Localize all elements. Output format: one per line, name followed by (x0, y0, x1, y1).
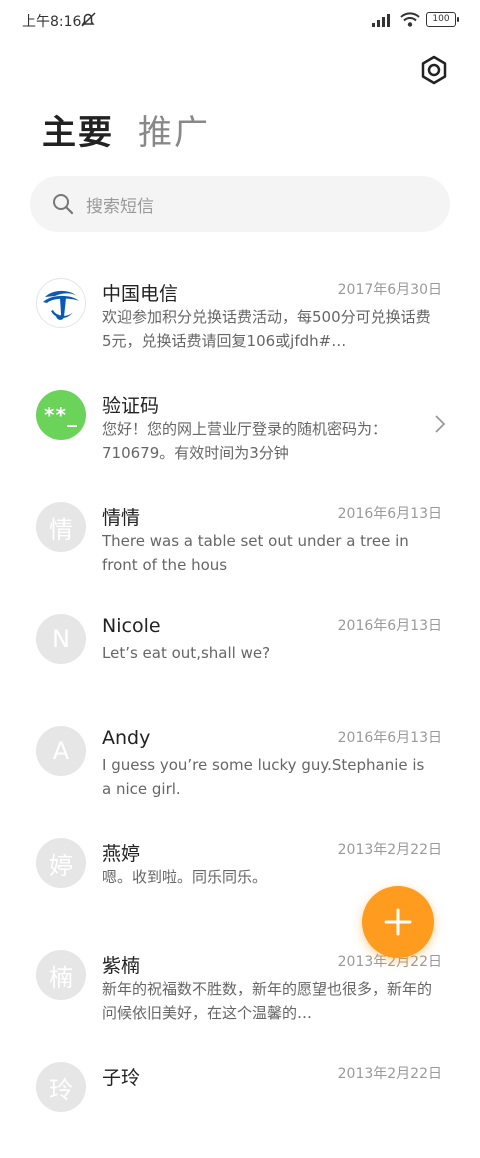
china-telecom-logo-icon (43, 290, 79, 320)
settings-button[interactable] (418, 54, 450, 86)
status-bar: 上午8:16 100 (0, 0, 480, 40)
search-bar[interactable]: 搜索短信 (30, 176, 450, 232)
battery-icon: 100 (426, 12, 459, 27)
message-row-china-telecom[interactable]: 中国电信 2017年6月30日 欢迎参加积分兑换话费活动，每500分可兑换话费5… (0, 262, 480, 374)
message-preview: 您好！您的网上营业厅登录的随机密码为：710679。有效时间为3分钟 (102, 420, 388, 462)
message-row-verification-code[interactable]: **_ 验证码 您好！您的网上营业厅登录的随机密码为：710679。有效时间为3… (0, 374, 480, 486)
search-input[interactable]: 搜索短信 (86, 192, 154, 217)
wifi-icon (400, 12, 420, 27)
message-date: 2013年2月22日 (337, 1066, 442, 1082)
sender-name: Andy (102, 727, 151, 749)
message-date: 2016年6月13日 (337, 618, 442, 634)
message-preview: There was a table set out under a tree i… (102, 532, 409, 574)
chevron-right-icon (435, 415, 446, 433)
message-preview: 新年的祝福数不胜数，新年的愿望也很多，新年的问候依旧美好，在这个温馨的… (102, 980, 432, 1022)
sender-name: 验证码 (102, 395, 160, 417)
signal-icon (372, 13, 390, 27)
message-date: 2013年2月22日 (337, 842, 442, 858)
message-date: 2017年6月30日 (337, 282, 442, 298)
status-time: 上午8:16 (22, 14, 82, 30)
message-date: 2016年6月13日 (337, 730, 442, 746)
alarm-off-icon (81, 12, 96, 27)
message-row[interactable]: N Nicole 2016年6月13日 Let’s eat out,shall … (0, 598, 480, 710)
message-preview: 欢迎参加积分兑换话费活动，每500分可兑换话费5元，兑换话费请回复106或jfd… (102, 308, 431, 350)
message-row[interactable]: 情 情情 2016年6月13日 There was a table set ou… (0, 486, 480, 598)
tab-main[interactable]: 主要 (42, 110, 114, 156)
sender-name: 情情 (102, 507, 141, 529)
plus-icon (384, 908, 412, 936)
avatar: 婷 (36, 838, 86, 888)
message-row[interactable]: A Andy 2016年6月13日 I guess you’re some lu… (0, 710, 480, 822)
sender-name: 紫楠 (102, 955, 141, 977)
avatar (36, 278, 86, 328)
sender-name: Nicole (102, 615, 161, 637)
tab-promotion[interactable]: 推广 (138, 110, 210, 156)
avatar: **_ (36, 390, 86, 440)
gear-icon (421, 55, 447, 85)
avatar: 玲 (36, 1062, 86, 1112)
sender-name: 燕婷 (102, 843, 141, 865)
message-preview: 嗯。收到啦。同乐同乐。 (102, 868, 268, 886)
message-row[interactable]: 玲 子玲 2013年2月22日 (0, 1046, 480, 1158)
sender-name: 中国电信 (102, 283, 179, 305)
message-preview: I guess you’re some lucky guy.Stephanie … (102, 756, 425, 798)
search-icon (53, 194, 74, 215)
avatar: A (36, 726, 86, 776)
message-date: 2016年6月13日 (337, 506, 442, 522)
new-message-button[interactable] (362, 886, 434, 958)
avatar: N (36, 614, 86, 664)
avatar: 情 (36, 502, 86, 552)
sender-name: 子玲 (102, 1067, 141, 1089)
avatar: 楠 (36, 950, 86, 1000)
message-list: 中国电信 2017年6月30日 欢迎参加积分兑换话费活动，每500分可兑换话费5… (0, 262, 480, 1158)
message-preview: Let’s eat out,shall we? (102, 644, 271, 662)
tab-bar: 主要 推广 (42, 110, 210, 156)
